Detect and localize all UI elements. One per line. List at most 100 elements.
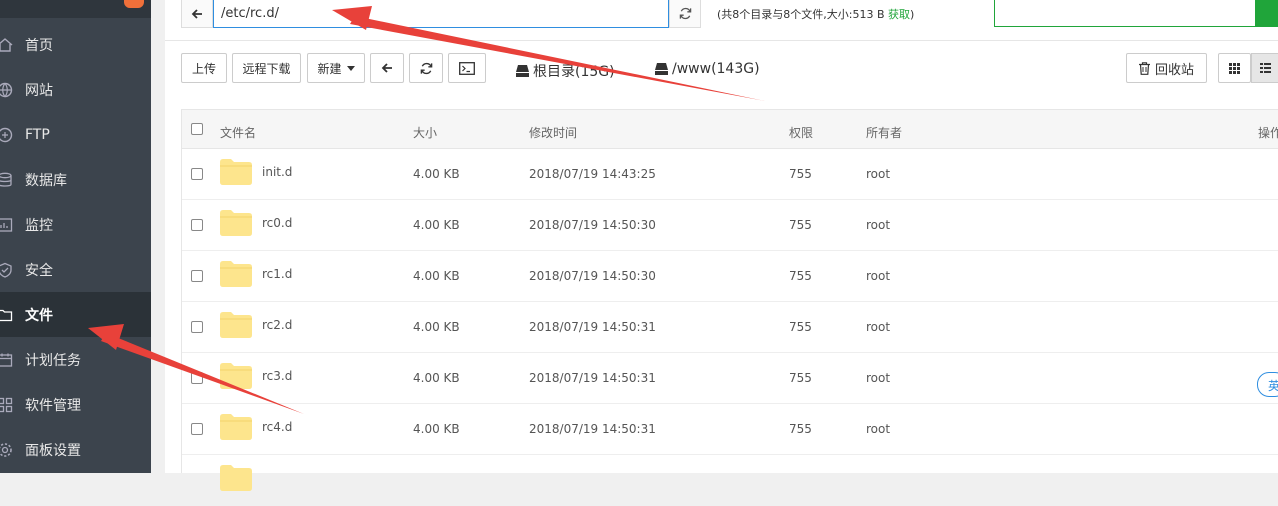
file-size: 4.00 KB	[413, 422, 460, 436]
file-perm[interactable]: 755	[789, 422, 812, 436]
folder-icon	[220, 363, 252, 389]
trash-icon	[1138, 61, 1150, 75]
folder-icon	[220, 465, 252, 491]
content-gutter	[151, 0, 165, 473]
select-all-checkbox[interactable]	[191, 123, 203, 135]
sidebar-item-cron[interactable]: 计划任务	[0, 337, 151, 382]
file-size: 4.00 KB	[413, 320, 460, 334]
file-table: 文件名 大小 修改时间 权限 所有者 操作 init.d 4.00 KB 201…	[181, 109, 1278, 491]
file-size: 4.00 KB	[413, 218, 460, 232]
list-view-icon	[1259, 63, 1271, 73]
table-row[interactable]: init.d 4.00 KB 2018/07/19 14:43:25 755 r…	[182, 149, 1278, 200]
sidebar-item-database[interactable]: 数据库	[0, 157, 151, 202]
table-row[interactable]: rc0.d 4.00 KB 2018/07/19 14:50:30 755 ro…	[182, 200, 1278, 251]
sidebar-item-home[interactable]: 首页	[0, 22, 151, 67]
notification-badge[interactable]	[124, 0, 144, 8]
folder-icon	[220, 261, 252, 287]
table-row[interactable]: rc2.d 4.00 KB 2018/07/19 14:50:31 755 ro…	[182, 302, 1278, 353]
sidebar-header	[0, 0, 151, 18]
list-view-button[interactable]	[1251, 53, 1278, 83]
disk-root-label: 根目录(15G)	[533, 64, 615, 80]
ftp-icon	[0, 127, 13, 142]
disk-www-link[interactable]: /www(143G)	[655, 61, 760, 77]
disk-root-link[interactable]: 根目录(15G)	[516, 61, 615, 81]
path-input[interactable]	[213, 0, 669, 28]
refresh-button[interactable]	[409, 53, 443, 83]
grid-view-icon	[1229, 62, 1240, 74]
folder-icon	[220, 210, 252, 236]
col-size[interactable]: 大小	[413, 124, 437, 141]
col-name[interactable]: 文件名	[220, 124, 256, 141]
col-mtime[interactable]: 修改时间	[529, 124, 577, 141]
file-name[interactable]: rc2.d	[262, 318, 292, 332]
file-size: 4.00 KB	[413, 371, 460, 385]
sidebar-item-website[interactable]: 网站	[0, 67, 151, 112]
new-dropdown-button[interactable]: 新建	[307, 53, 365, 83]
sidebar-item-settings[interactable]: 面板设置	[0, 427, 151, 472]
file-perm[interactable]: 755	[789, 320, 812, 334]
sidebar-item-files[interactable]: 文件	[0, 292, 151, 337]
search-button[interactable]	[1255, 0, 1278, 27]
row-checkbox[interactable]	[191, 270, 203, 282]
recycle-bin-button[interactable]: 回收站	[1126, 53, 1207, 83]
database-icon	[0, 172, 12, 187]
file-owner[interactable]: root	[866, 269, 890, 283]
file-name[interactable]: rc3.d	[262, 369, 292, 383]
file-name[interactable]: rc4.d	[262, 420, 292, 434]
file-owner[interactable]: root	[866, 167, 890, 181]
summary-text: (共8个目录与8个文件,大小:513 B	[717, 8, 889, 21]
globe-icon	[0, 82, 13, 97]
arrow-left-icon	[191, 8, 202, 19]
file-name[interactable]: rc0.d	[262, 216, 292, 230]
file-name[interactable]: rc1.d	[262, 267, 292, 281]
sidebar-item-label: 软件管理	[25, 397, 81, 414]
calendar-icon	[0, 353, 13, 367]
sidebar-item-ftp[interactable]: FTP	[0, 112, 151, 157]
file-size: 4.00 KB	[413, 167, 460, 181]
row-checkbox[interactable]	[191, 372, 203, 384]
path-back-button[interactable]	[181, 0, 213, 28]
ime-indicator-badge[interactable]: 英	[1257, 372, 1278, 397]
gear-icon	[0, 442, 12, 457]
terminal-button[interactable]	[448, 53, 486, 83]
home-icon	[0, 37, 13, 52]
monitor-icon	[0, 217, 13, 232]
get-size-link[interactable]: 获取	[888, 8, 910, 21]
shield-icon	[0, 262, 12, 278]
search-input[interactable]	[994, 0, 1256, 27]
file-name[interactable]: init.d	[262, 165, 292, 179]
row-checkbox[interactable]	[191, 219, 203, 231]
table-row[interactable]: rc1.d 4.00 KB 2018/07/19 14:50:30 755 ro…	[182, 251, 1278, 302]
sidebar-item-security[interactable]: 安全	[0, 247, 151, 292]
refresh-icon	[679, 7, 691, 20]
col-perm[interactable]: 权限	[789, 124, 813, 141]
path-refresh-button[interactable]	[669, 0, 701, 28]
remote-download-button[interactable]: 远程下载	[232, 53, 301, 83]
sidebar-item-label: 安全	[25, 262, 53, 279]
new-label: 新建	[317, 61, 342, 76]
table-row[interactable]: rc4.d 4.00 KB 2018/07/19 14:50:31 755 ro…	[182, 404, 1278, 455]
col-owner[interactable]: 所有者	[866, 124, 902, 141]
file-perm[interactable]: 755	[789, 371, 812, 385]
row-checkbox[interactable]	[191, 168, 203, 180]
file-perm[interactable]: 755	[789, 218, 812, 232]
file-owner[interactable]: root	[866, 218, 890, 232]
table-row[interactable]	[182, 455, 1278, 506]
hard-drive-icon	[516, 65, 529, 77]
upload-button[interactable]: 上传	[181, 53, 227, 83]
sidebar-item-software[interactable]: 软件管理	[0, 382, 151, 427]
file-perm[interactable]: 755	[789, 167, 812, 181]
arrow-left-icon	[381, 63, 392, 73]
table-row[interactable]: rc3.d 4.00 KB 2018/07/19 14:50:31 755 ro…	[182, 353, 1278, 404]
file-owner[interactable]: root	[866, 371, 890, 385]
file-mtime: 2018/07/19 14:50:30	[529, 218, 656, 232]
file-perm[interactable]: 755	[789, 269, 812, 283]
row-checkbox[interactable]	[191, 321, 203, 333]
file-owner[interactable]: root	[866, 422, 890, 436]
row-checkbox[interactable]	[191, 423, 203, 435]
sidebar-item-monitor[interactable]: 监控	[0, 202, 151, 247]
back-button[interactable]	[370, 53, 404, 83]
file-owner[interactable]: root	[866, 320, 890, 334]
icon-view-button[interactable]	[1218, 53, 1251, 83]
terminal-icon	[459, 61, 475, 75]
